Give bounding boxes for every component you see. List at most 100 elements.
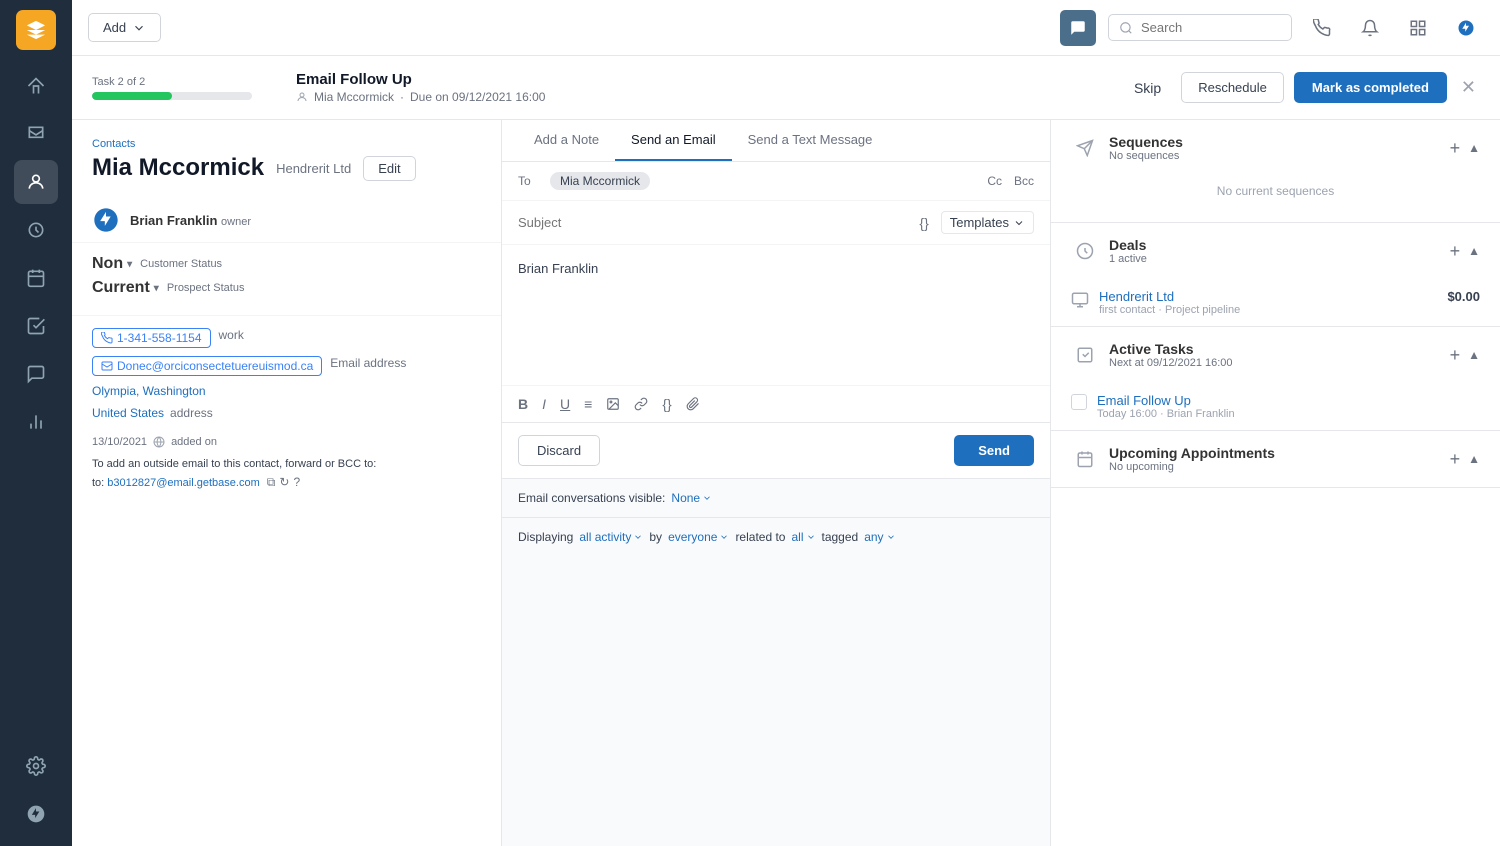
cc-button[interactable]: Cc (987, 174, 1002, 188)
upcoming-appointments-header[interactable]: Upcoming Appointments No upcoming + ▲ (1051, 431, 1500, 487)
add-button[interactable]: Add (88, 13, 161, 42)
no-sequences-message: No current sequences (1071, 176, 1480, 206)
customer-status-chevron: ▾ (127, 259, 132, 270)
to-label: To (518, 174, 542, 188)
deal-name[interactable]: Hendrerit Ltd (1099, 289, 1437, 304)
activity-dropdown[interactable]: all activity (579, 530, 643, 544)
email-badge[interactable]: Donec@orciconsectetuereuismod.ca (92, 356, 322, 376)
refresh-icon[interactable]: ↻ (279, 473, 289, 491)
task-person: Mia Mccormick (314, 90, 394, 104)
code-block-button[interactable]: {} (662, 396, 671, 412)
send-button[interactable]: Send (954, 435, 1034, 466)
deal-info: Hendrerit Ltd first contact · Project pi… (1099, 289, 1437, 316)
deals-header[interactable]: Deals 1 active + ▲ (1051, 223, 1500, 279)
sidebar-item-calendar[interactable] (14, 256, 58, 300)
help-icon[interactable]: ? (293, 473, 300, 491)
chat-icon-button[interactable] (1060, 10, 1096, 46)
sequences-section: Sequences No sequences + ▲ No current se… (1051, 120, 1500, 223)
deal-amount: $0.00 (1447, 289, 1480, 304)
email-body[interactable]: Brian Franklin (502, 245, 1050, 385)
task-item-meta: Today 16:00 · Brian Franklin (1097, 408, 1480, 420)
skip-button[interactable]: Skip (1124, 74, 1171, 102)
sequences-header[interactable]: Sequences No sequences + ▲ (1051, 120, 1500, 176)
attachment-button[interactable] (686, 397, 700, 411)
visibility-dropdown[interactable]: None (671, 491, 712, 505)
upcoming-appointments-add-button[interactable]: + (1450, 449, 1461, 470)
sidebar-item-deals[interactable] (14, 208, 58, 252)
image-button[interactable] (606, 397, 620, 411)
breadcrumb[interactable]: Contacts (92, 138, 481, 150)
deals-add-button[interactable]: + (1450, 241, 1461, 262)
zendesk-logo-button[interactable] (1448, 10, 1484, 46)
sidebar-item-home[interactable] (14, 64, 58, 108)
displaying-bar: Displaying all activity by everyone rela… (502, 517, 1050, 556)
reschedule-button[interactable]: Reschedule (1181, 72, 1284, 103)
edit-button[interactable]: Edit (363, 156, 415, 181)
list-button[interactable]: ≡ (584, 396, 592, 412)
phone-badge[interactable]: 1-341-558-1154 (92, 328, 211, 348)
sidebar-item-inbox[interactable] (14, 112, 58, 156)
discard-button[interactable]: Discard (518, 435, 600, 466)
phone-icon-button[interactable] (1304, 10, 1340, 46)
to-recipient-chip[interactable]: Mia Mccormick (550, 172, 650, 190)
email-type: Email address (330, 356, 406, 370)
deals-actions: + ▲ (1450, 241, 1480, 262)
bcc-button[interactable]: Bcc (1014, 174, 1034, 188)
deal-meta: first contact · Project pipeline (1099, 304, 1437, 316)
sidebar-logo[interactable] (16, 10, 56, 50)
templates-dropdown[interactable]: Templates (941, 211, 1034, 234)
close-task-button[interactable]: ✕ (1457, 73, 1480, 102)
bold-button[interactable]: B (518, 396, 528, 412)
subject-input[interactable] (518, 215, 919, 230)
to-field: To Mia Mccormick Cc Bcc (502, 162, 1050, 201)
grid-icon-button[interactable] (1400, 10, 1436, 46)
code-template-icon[interactable]: {} (919, 215, 928, 231)
upcoming-appointments-icon (1071, 445, 1099, 473)
deals-collapse-button[interactable]: ▲ (1468, 244, 1480, 258)
customer-status-value[interactable]: Non ▾ (92, 255, 132, 273)
task-checkbox[interactable] (1071, 394, 1087, 410)
underline-button[interactable]: U (560, 396, 570, 412)
email-icon (101, 360, 113, 372)
task-label: Task 2 of 2 (92, 76, 272, 88)
sequences-add-button[interactable]: + (1450, 138, 1461, 159)
copy-icon[interactable]: ⧉ (267, 473, 276, 491)
sidebar-item-contacts[interactable] (14, 160, 58, 204)
complete-button[interactable]: Mark as completed (1294, 72, 1447, 103)
search-box[interactable] (1108, 14, 1292, 41)
link-button[interactable] (634, 397, 648, 411)
city-link[interactable]: Olympia, Washington (92, 384, 206, 398)
tab-send-email[interactable]: Send an Email (615, 120, 732, 161)
italic-button[interactable]: I (542, 396, 546, 412)
sidebar-item-tasks[interactable] (14, 304, 58, 348)
sidebar-item-zendesk[interactable] (14, 792, 58, 836)
country-link[interactable]: United States (92, 406, 164, 420)
active-tasks-collapse-button[interactable]: ▲ (1468, 348, 1480, 362)
contact-name-row: Mia Mccormick Hendrerit Ltd Edit (92, 154, 481, 182)
search-icon (1119, 21, 1133, 35)
sequences-collapse-button[interactable]: ▲ (1468, 141, 1480, 155)
bell-icon-button[interactable] (1352, 10, 1388, 46)
task-title: Email Follow Up (296, 71, 1100, 88)
all-dropdown[interactable]: all (791, 530, 815, 544)
contact-name: Mia Mccormick (92, 154, 264, 182)
sequences-icon (1071, 134, 1099, 162)
sidebar-item-chat[interactable] (14, 352, 58, 396)
upcoming-appointments-collapse-button[interactable]: ▲ (1468, 452, 1480, 466)
sidebar-item-reports[interactable] (14, 400, 58, 444)
taskbar-actions: Skip Reschedule Mark as completed ✕ (1124, 72, 1480, 103)
any-dropdown[interactable]: any (864, 530, 895, 544)
bcc-email-link[interactable]: b3012827@email.getbase.com (107, 477, 259, 489)
active-tasks-actions: + ▲ (1450, 345, 1480, 366)
tab-add-note[interactable]: Add a Note (518, 120, 615, 161)
visibility-chevron (702, 493, 712, 503)
tab-send-text[interactable]: Send a Text Message (732, 120, 889, 161)
owner-zendesk-icon (92, 206, 120, 234)
sidebar-item-settings[interactable] (14, 744, 58, 788)
task-item-title[interactable]: Email Follow Up (1097, 393, 1480, 408)
search-input[interactable] (1141, 20, 1281, 35)
active-tasks-header[interactable]: Active Tasks Next at 09/12/2021 16:00 + … (1051, 327, 1500, 383)
everyone-dropdown[interactable]: everyone (668, 530, 729, 544)
prospect-status-value[interactable]: Current ▾ (92, 279, 159, 297)
active-tasks-add-button[interactable]: + (1450, 345, 1461, 366)
